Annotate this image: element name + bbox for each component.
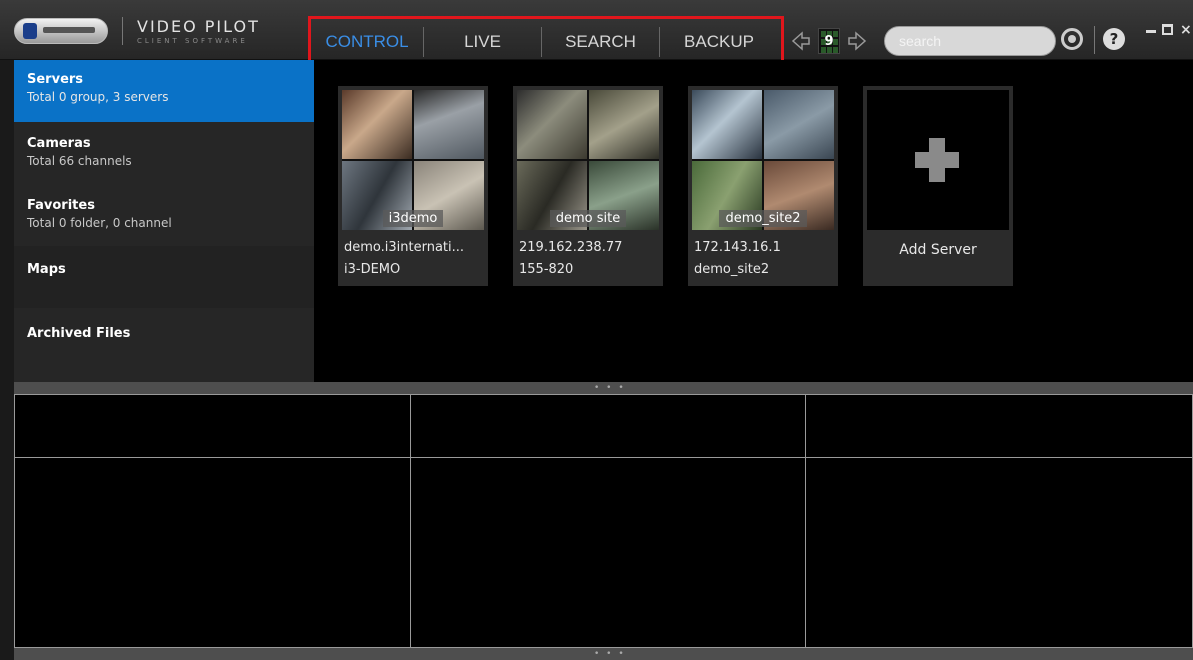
- sidebar-item-title: Cameras: [27, 136, 91, 151]
- sidebar-item-archived-files[interactable]: Archived Files: [14, 308, 314, 372]
- sidebar-item-subtitle: Total 66 channels: [27, 154, 132, 168]
- add-server-label: Add Server: [899, 242, 977, 258]
- video-cell[interactable]: [410, 394, 806, 458]
- search-input[interactable]: [884, 26, 1056, 56]
- app-subtitle: CLIENT SOFTWARE: [137, 37, 248, 45]
- sidebar-item-subtitle: Total 0 group, 3 servers: [27, 90, 169, 104]
- close-icon[interactable]: ×: [1180, 22, 1193, 38]
- sidebar-item-servers[interactable]: Servers Total 0 group, 3 servers: [14, 60, 314, 122]
- help-icon[interactable]: ?: [1103, 28, 1125, 50]
- sidebar-item-title: Servers: [27, 72, 84, 87]
- server-address: 172.143.16.1: [694, 240, 781, 255]
- app-title: VIDEO PILOT: [137, 17, 260, 36]
- sidebar: Servers Total 0 group, 3 servers Cameras…: [14, 60, 314, 382]
- tab-search[interactable]: SEARCH: [542, 27, 659, 57]
- video-cell[interactable]: [410, 457, 806, 648]
- server-address: 219.162.238.77: [519, 240, 623, 255]
- add-server-button[interactable]: Add Server: [863, 86, 1013, 286]
- sidebar-item-title: Archived Files: [27, 326, 131, 341]
- tab-control[interactable]: CONTROL: [311, 27, 423, 57]
- video-cell[interactable]: [14, 394, 411, 458]
- server-tile[interactable]: demo site 219.162.238.77 155-820: [513, 86, 663, 286]
- server-id: i3-DEMO: [344, 262, 401, 277]
- add-server-thumbnail: [867, 90, 1009, 230]
- sidebar-item-title: Favorites: [27, 198, 95, 213]
- grid-layout-count: 9: [824, 34, 834, 49]
- record-icon[interactable]: [1061, 28, 1083, 50]
- sidebar-item-title: Maps: [27, 262, 66, 277]
- sidebar-item-cameras[interactable]: Cameras Total 66 channels: [14, 122, 314, 184]
- sidebar-item-maps[interactable]: Maps: [14, 246, 314, 308]
- bottom-splitter[interactable]: • • •: [14, 648, 1193, 660]
- sidebar-item-favorites[interactable]: Favorites Total 0 folder, 0 channel: [14, 184, 314, 246]
- server-id: demo_site2: [694, 262, 770, 277]
- mode-tabs-highlight: CONTROL LIVE SEARCH BACKUP: [308, 16, 784, 66]
- minimize-icon[interactable]: [1146, 30, 1156, 33]
- arrow-right-icon[interactable]: [846, 30, 868, 52]
- grid-layout-button[interactable]: 9: [818, 28, 840, 54]
- server-name: i3demo: [382, 210, 444, 227]
- video-cell[interactable]: [805, 394, 1193, 458]
- panel-splitter[interactable]: • • •: [14, 382, 1193, 394]
- tab-live[interactable]: LIVE: [424, 27, 541, 57]
- maximize-icon[interactable]: [1162, 24, 1173, 35]
- server-thumbnail: demo_site2: [692, 90, 834, 230]
- brand: VIDEO PILOT CLIENT SOFTWARE: [14, 14, 284, 48]
- layout-pager: 9: [790, 28, 868, 54]
- i3-logo: [14, 18, 108, 44]
- brand-divider: [122, 17, 123, 45]
- server-name: demo site: [549, 210, 627, 227]
- video-cell[interactable]: [805, 457, 1193, 648]
- server-thumbnail: demo site: [517, 90, 659, 230]
- splitter-grip-icon: • • •: [594, 649, 626, 659]
- server-tile[interactable]: i3demo demo.i3internati... i3-DEMO: [338, 86, 488, 286]
- server-thumbnail: i3demo: [342, 90, 484, 230]
- video-grid: [14, 394, 1193, 648]
- toolbar-divider: [1094, 26, 1095, 54]
- window-left-edge: [0, 60, 14, 660]
- server-name: demo_site2: [719, 210, 807, 227]
- video-cell[interactable]: [14, 457, 411, 648]
- server-tile[interactable]: demo_site2 172.143.16.1 demo_site2: [688, 86, 838, 286]
- server-list: i3demo demo.i3internati... i3-DEMO demo …: [314, 60, 1193, 382]
- sidebar-item-subtitle: Total 0 folder, 0 channel: [27, 216, 172, 230]
- arrow-left-icon[interactable]: [790, 30, 812, 52]
- server-address: demo.i3internati...: [344, 240, 465, 255]
- top-bar: VIDEO PILOT CLIENT SOFTWARE CONTROL LIVE…: [0, 0, 1193, 66]
- server-id: 155-820: [519, 262, 574, 277]
- tab-backup[interactable]: BACKUP: [660, 27, 778, 57]
- splitter-grip-icon: • • •: [594, 383, 626, 393]
